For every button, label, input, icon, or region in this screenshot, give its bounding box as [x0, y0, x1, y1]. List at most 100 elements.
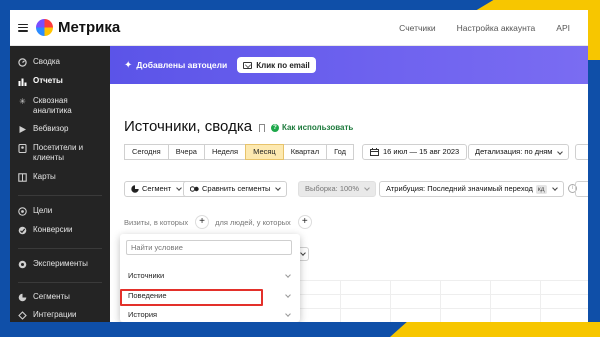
period-quarter[interactable]: Квартал	[282, 144, 328, 160]
condition-item-sources[interactable]: Источники	[120, 268, 300, 284]
integrations-icon	[18, 311, 27, 320]
period-month[interactable]: Месяц	[245, 144, 284, 160]
compare-segments-button[interactable]: Сравнить сегменты	[183, 181, 288, 197]
app-title[interactable]: Метрика	[58, 19, 120, 36]
mail-icon	[243, 61, 253, 69]
how-to-use-link[interactable]: ? Как использовать	[271, 123, 353, 132]
period-week[interactable]: Неделя	[203, 144, 247, 160]
condition-item-label: Источники	[128, 271, 165, 280]
date-range-picker[interactable]: 16 июл — 15 авг 2023	[362, 144, 468, 160]
segment-pie-icon	[131, 185, 139, 193]
calendar-icon	[370, 148, 379, 156]
sidebar-divider	[18, 248, 102, 249]
sidebar-item-label: Сквозная аналитика	[33, 96, 72, 115]
chevron-down-icon	[275, 184, 282, 191]
more-button-cut-off[interactable]	[575, 144, 588, 160]
top-link-account-settings[interactable]: Настройка аккаунта	[457, 23, 536, 33]
email-click-button[interactable]: Клик по email	[237, 57, 316, 73]
period-year[interactable]: Год	[326, 144, 355, 160]
visits-condition-row: Визиты, в которых + для людей, у которых…	[124, 215, 318, 229]
sidebar-item-conversions[interactable]: Конверсии	[10, 225, 110, 235]
sparkle-icon: ✦	[124, 59, 133, 71]
sidebar-item-summary[interactable]: Сводка	[10, 57, 110, 67]
visits-people-label: для людей, у которых	[215, 217, 291, 227]
bookmark-icon[interactable]	[259, 124, 265, 132]
background-yellow-stripe-bottom	[390, 322, 600, 337]
chevron-down-icon	[300, 249, 306, 256]
attribution-tag: кд	[535, 184, 547, 194]
chevron-down-icon	[556, 149, 563, 155]
table-column-divider	[390, 280, 391, 322]
metrika-logo-icon	[36, 19, 53, 36]
autogoals-banner: ✦ Добавлены автоцели Клик по email	[110, 46, 588, 84]
sidebar-item-segments[interactable]: Сегменты	[10, 292, 110, 302]
sidebar-item-maps[interactable]: Карты	[10, 172, 110, 182]
sample-label: Выборка: 100%	[305, 184, 359, 193]
sidebar-item-label: Интеграции	[33, 310, 77, 319]
play-icon	[18, 125, 27, 134]
add-visit-condition-button[interactable]: +	[195, 215, 210, 229]
detail-label: Детализация: по дням	[475, 147, 553, 156]
date-range-label: 16 июл — 15 авг 2023	[383, 147, 460, 156]
period-yesterday[interactable]: Вчера	[167, 144, 205, 160]
hamburger-menu-icon[interactable]	[18, 23, 28, 32]
conversion-icon	[18, 226, 27, 235]
sidebar-item-label: Отчеты	[33, 76, 63, 85]
segment-button[interactable]: Сегмент	[124, 181, 189, 197]
top-links: Счетчики Настройка аккаунта API	[399, 23, 570, 33]
attribution-label: Атрибуция: Последний значимый переход	[386, 184, 533, 193]
email-click-label: Клик по email	[256, 60, 310, 70]
sidebar-item-label: Сегменты	[33, 292, 70, 301]
table-column-divider	[540, 280, 541, 322]
page-title: Источники, сводка	[124, 118, 253, 135]
condition-dropdown: Источники Поведение История	[120, 234, 300, 322]
sample-select[interactable]: Выборка: 100%	[298, 181, 376, 197]
table-column-divider	[340, 280, 341, 322]
sparkle-icon: ✳	[19, 97, 26, 106]
sidebar: Сводка Отчеты ✳ Сквозная аналитика Вебви…	[10, 46, 110, 322]
report-table-grid	[300, 280, 588, 322]
sidebar-divider	[18, 282, 102, 283]
sidebar-item-goals[interactable]: Цели	[10, 206, 110, 216]
sidebar-item-reports[interactable]: Отчеты	[10, 76, 110, 86]
period-today[interactable]: Сегодня	[124, 144, 169, 160]
condition-search-input[interactable]	[126, 240, 292, 255]
info-icon: ?	[271, 123, 279, 132]
dashboard-icon	[18, 58, 27, 67]
condition-item-label: Поведение	[128, 291, 167, 300]
top-link-api[interactable]: API	[556, 23, 570, 33]
sidebar-item-label: Карты	[33, 172, 56, 181]
chevron-down-icon	[551, 184, 558, 191]
map-icon	[18, 173, 27, 182]
visits-prefix-label: Визиты, в которых	[124, 217, 189, 227]
attribution-select[interactable]: Атрибуция: Последний значимый переход кд	[379, 181, 564, 197]
chevron-down-icon	[285, 311, 291, 317]
top-link-counters[interactable]: Счетчики	[399, 23, 435, 33]
period-selector: Сегодня Вчера Неделя Месяц Квартал Год	[124, 144, 355, 160]
people-icon	[18, 143, 27, 154]
condition-item-label: История	[128, 310, 158, 319]
sidebar-item-label: Вебвизор	[33, 124, 69, 133]
metrika-app-window: Метрика Счетчики Настройка аккаунта API …	[10, 10, 588, 322]
detail-select[interactable]: Детализация: по дням	[468, 144, 569, 160]
sidebar-item-label: Сводка	[33, 57, 61, 66]
condition-item-behavior[interactable]: Поведение	[120, 288, 300, 304]
more-button-cut-off[interactable]	[575, 181, 588, 197]
sidebar-item-label: Цели	[33, 206, 53, 215]
sidebar-item-experiments[interactable]: Эксперименты	[10, 259, 110, 269]
sidebar-item-label: Конверсии	[33, 225, 73, 234]
reports-icon	[18, 77, 27, 86]
how-to-use-label: Как использовать	[282, 123, 354, 132]
target-icon	[18, 207, 27, 216]
sidebar-item-webvisor[interactable]: Вебвизор	[10, 124, 110, 134]
chevron-down-icon	[364, 184, 370, 191]
sidebar-item-end-to-end-analytics[interactable]: ✳ Сквозная аналитика	[10, 96, 110, 116]
sidebar-divider	[18, 195, 102, 196]
chevron-down-icon	[176, 184, 183, 191]
top-bar: Метрика Счетчики Настройка аккаунта API	[10, 10, 588, 46]
sidebar-item-visitors[interactable]: Посетители и клиенты	[10, 143, 110, 163]
sidebar-item-integrations[interactable]: Интеграции	[10, 310, 110, 320]
sidebar-item-label: Эксперименты	[33, 259, 88, 268]
condition-item-history[interactable]: История	[120, 307, 300, 322]
add-people-condition-button[interactable]: +	[297, 215, 312, 229]
